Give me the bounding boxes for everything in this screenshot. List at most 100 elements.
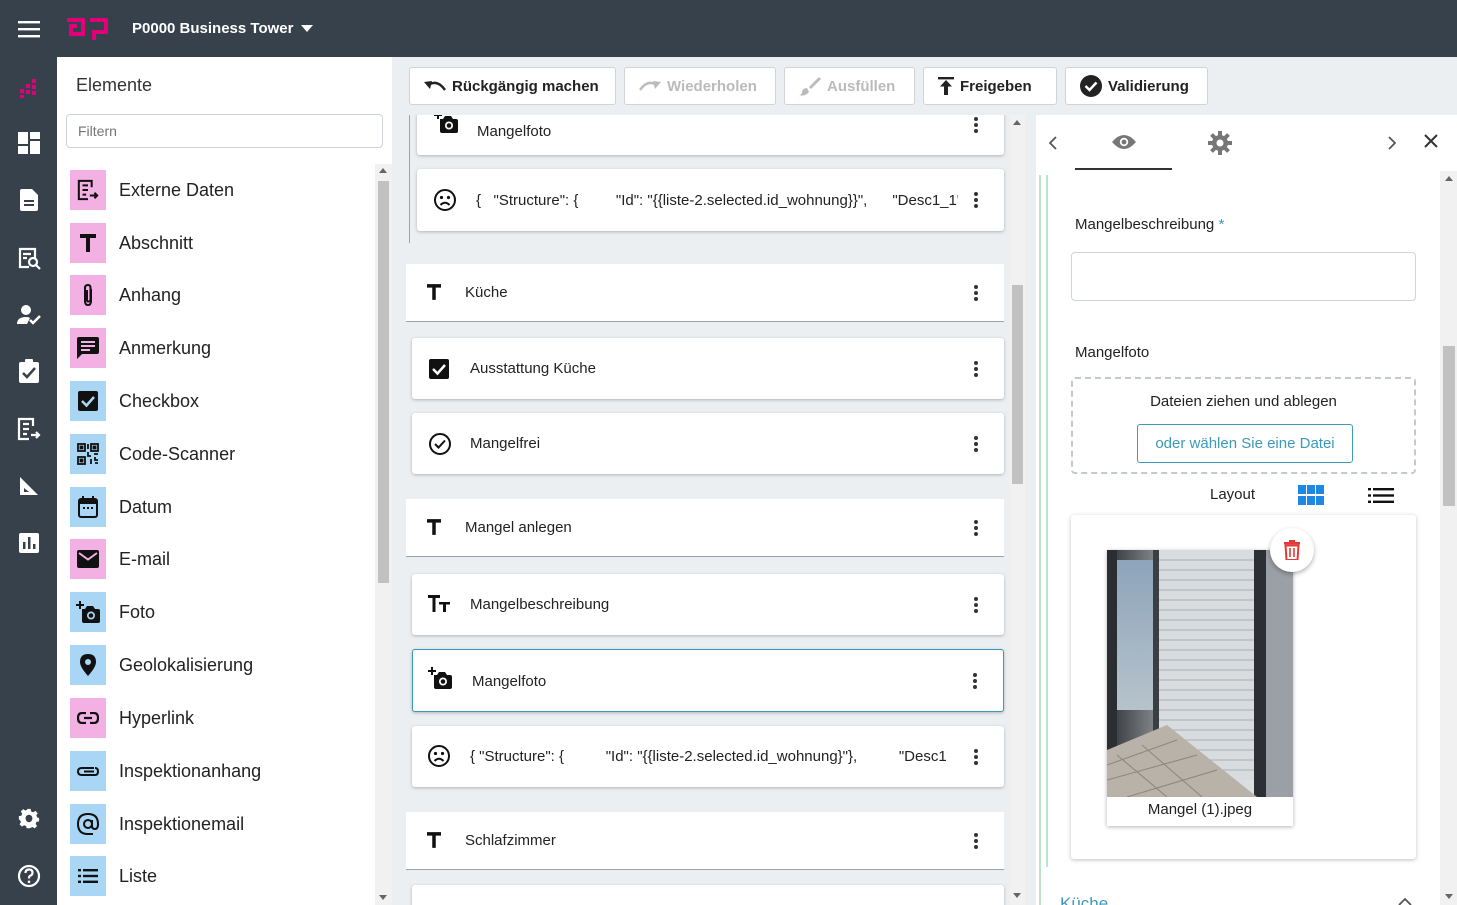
form-section-kueche[interactable]: Küche: [406, 264, 1004, 322]
list-icon: [70, 856, 106, 896]
more-vert-icon[interactable]: [974, 519, 978, 536]
redo-button[interactable]: Wiederholen: [624, 67, 776, 105]
list-export-icon[interactable]: [0, 409, 57, 449]
element-item-anhang[interactable]: Anhang: [70, 275, 181, 315]
element-label: E-mail: [119, 548, 171, 569]
elements-scrollbar[interactable]: [375, 164, 392, 905]
chevron-right-icon[interactable]: [1388, 136, 1396, 150]
fill-label: Ausfüllen: [827, 77, 896, 95]
more-vert-icon[interactable]: [974, 596, 978, 613]
element-label: Inspektionanhang: [119, 760, 262, 781]
properties-scrollbar[interactable]: [1440, 171, 1457, 905]
settings-gear-icon[interactable]: [1208, 131, 1232, 155]
form-item-label: { "Structure": { "Id": "{{liste-2.select…: [470, 748, 947, 765]
settings-gear-icon[interactable]: [0, 799, 57, 839]
more-vert-icon[interactable]: [974, 748, 978, 765]
release-button[interactable]: Freigeben: [923, 67, 1057, 105]
element-item-anmerkung[interactable]: Anmerkung: [70, 328, 211, 368]
form-scrollbar[interactable]: [1010, 115, 1025, 905]
project-name: P0000 Business Tower: [132, 20, 294, 37]
help-icon[interactable]: [0, 856, 57, 896]
clipboard-check-icon[interactable]: [0, 351, 57, 391]
form-item-mangelbeschreibung[interactable]: Mangelbeschreibung: [412, 574, 1004, 635]
fill-button[interactable]: Ausfüllen: [784, 67, 915, 105]
form-item-label: Ausstattung Küche: [470, 360, 596, 377]
form-section-schlafzimmer[interactable]: Schlafzimmer: [406, 812, 1004, 870]
more-vert-icon[interactable]: [973, 672, 977, 689]
form-item-label: Mangelfoto: [472, 673, 547, 690]
bar-chart-icon[interactable]: [0, 523, 57, 563]
close-icon[interactable]: [1424, 134, 1438, 148]
user-check-icon[interactable]: [0, 295, 57, 335]
more-vert-icon[interactable]: [974, 284, 978, 301]
dropzone-text: Dateien ziehen und ablegen: [1150, 393, 1337, 410]
document-icon[interactable]: [0, 180, 57, 220]
sad-face-icon: [427, 744, 451, 773]
form-item-mangelfoto-selected[interactable]: Mangelfoto: [412, 649, 1004, 712]
element-item-hyperlink[interactable]: Hyperlink: [70, 698, 194, 738]
scroll-up-icon[interactable]: [1445, 176, 1453, 181]
form-item-mangelfoto-nested[interactable]: Mangelfoto: [417, 115, 1004, 155]
menu-icon[interactable]: [0, 0, 57, 57]
element-label: Hyperlink: [119, 707, 195, 728]
scroll-down-icon[interactable]: [1445, 894, 1453, 899]
element-item-abschnitt[interactable]: Abschnitt: [70, 223, 193, 263]
chevron-up-icon[interactable]: [1398, 898, 1412, 905]
form-item-mangelfrei[interactable]: Mangelfrei: [412, 413, 1004, 474]
properties-scroll-thumb[interactable]: [1443, 346, 1455, 506]
search-document-icon[interactable]: [0, 238, 57, 278]
form-item-ausstattung[interactable]: Ausstattung Küche: [412, 338, 1004, 399]
top-bar: P0000 Business Tower: [0, 0, 1457, 57]
nesting-indicator: [1039, 175, 1041, 905]
element-item-externe-daten[interactable]: Externe Daten: [70, 170, 234, 210]
element-item-foto[interactable]: Foto: [70, 592, 155, 632]
undo-button[interactable]: Rückgängig machen: [409, 67, 616, 105]
form-item-json-nested[interactable]: { "Structure": { "Id": "{{liste-2.select…: [417, 169, 1004, 231]
element-item-inspektionemail[interactable]: Inspektionemail: [70, 804, 244, 844]
choose-file-button[interactable]: oder wählen Sie eine Datei: [1137, 424, 1353, 463]
element-item-checkbox[interactable]: Checkbox: [70, 381, 199, 421]
element-item-inspektionanhang[interactable]: Inspektionanhang: [70, 751, 261, 791]
element-item-code-scanner[interactable]: Code-Scanner: [70, 434, 235, 474]
more-vert-icon[interactable]: [974, 117, 978, 133]
form-section-mangel-anlegen[interactable]: Mangel anlegen: [406, 499, 1004, 557]
grid-layout-icon[interactable]: [1298, 485, 1324, 505]
form-item-partial[interactable]: [412, 885, 1004, 905]
grid-icon[interactable]: [0, 123, 57, 163]
chevron-left-icon[interactable]: [1049, 136, 1057, 150]
list-layout-icon[interactable]: [1368, 488, 1394, 503]
dashboard-dots-icon[interactable]: [0, 67, 57, 107]
scroll-down-icon[interactable]: [379, 895, 387, 900]
link-icon: [70, 698, 106, 738]
image-preview-card: Mangel (1).jpeg: [1071, 515, 1416, 859]
nesting-line: [409, 115, 410, 243]
element-item-datum[interactable]: Datum: [70, 487, 172, 527]
form-item-label: Mangelfoto: [477, 123, 552, 140]
next-section-kueche[interactable]: Küche: [1060, 894, 1108, 905]
more-vert-icon[interactable]: [974, 360, 978, 377]
delete-image-button[interactable]: [1270, 528, 1314, 572]
filter-input[interactable]: [66, 114, 383, 148]
ruler-triangle-icon[interactable]: [0, 466, 57, 506]
more-vert-icon[interactable]: [974, 832, 978, 849]
nesting-indicator: [1046, 175, 1048, 867]
release-label: Freigeben: [960, 77, 1032, 95]
element-item-liste[interactable]: Liste: [70, 856, 157, 896]
elements-scroll-thumb[interactable]: [378, 181, 389, 583]
form-item-label: Mangelfrei: [470, 435, 541, 452]
photo-thumbnail[interactable]: Mangel (1).jpeg: [1107, 550, 1293, 826]
element-item-email[interactable]: E-mail: [70, 539, 170, 579]
scroll-down-icon[interactable]: [1013, 893, 1021, 898]
file-dropzone[interactable]: Dateien ziehen und ablegen oder wählen S…: [1071, 377, 1416, 474]
scroll-up-icon[interactable]: [379, 168, 387, 173]
form-item-json[interactable]: { "Structure": { "Id": "{{liste-2.select…: [412, 726, 1004, 787]
element-item-geolokalisierung[interactable]: Geolokalisierung: [70, 645, 253, 685]
eye-icon[interactable]: [1112, 134, 1136, 150]
form-scroll-thumb[interactable]: [1012, 285, 1023, 484]
mangelbeschreibung-input[interactable]: [1071, 252, 1416, 301]
validate-button[interactable]: Validierung: [1065, 67, 1208, 105]
project-selector[interactable]: P0000 Business Tower: [132, 20, 314, 37]
more-vert-icon[interactable]: [974, 192, 978, 208]
more-vert-icon[interactable]: [974, 435, 978, 452]
scroll-up-icon[interactable]: [1013, 120, 1021, 125]
